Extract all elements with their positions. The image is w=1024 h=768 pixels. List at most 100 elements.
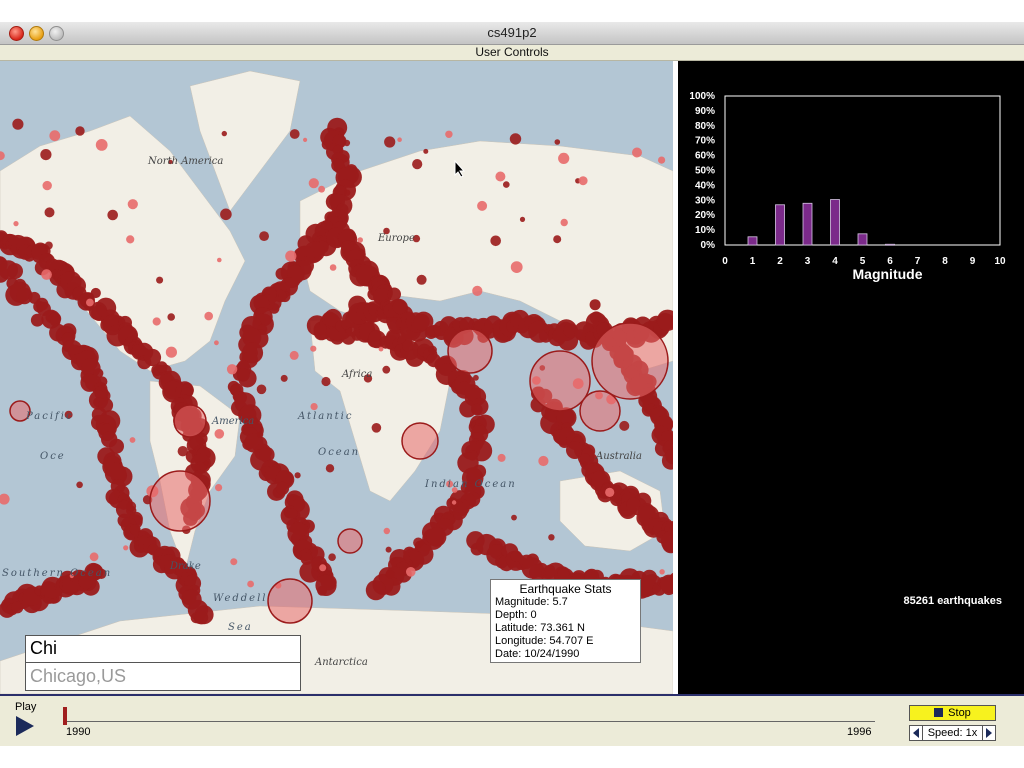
earthquake-marker[interactable]	[477, 200, 488, 211]
speed-increase-icon[interactable]	[986, 728, 992, 738]
earthquake-marker[interactable]	[378, 346, 384, 352]
earthquake-marker[interactable]	[214, 429, 225, 439]
earthquake-marker[interactable]	[329, 264, 337, 271]
earthquake-marker[interactable]	[257, 431, 264, 438]
earthquake-marker[interactable]	[591, 322, 669, 400]
earthquake-marker[interactable]	[315, 574, 337, 597]
earthquake-marker[interactable]	[0, 493, 10, 505]
earthquake-marker[interactable]	[310, 403, 318, 411]
play-icon[interactable]	[16, 716, 34, 736]
earthquake-marker[interactable]	[325, 464, 335, 473]
earthquake-marker[interactable]	[365, 580, 386, 601]
earthquake-marker[interactable]	[49, 130, 61, 142]
earthquake-marker[interactable]	[319, 564, 327, 572]
earthquake-marker[interactable]	[221, 130, 227, 137]
earthquake-marker[interactable]	[303, 137, 308, 142]
earthquake-marker[interactable]	[194, 610, 209, 625]
earthquake-marker[interactable]	[13, 221, 19, 227]
earthquake-marker[interactable]	[428, 345, 437, 355]
earthquake-marker[interactable]	[149, 470, 211, 532]
earthquake-marker[interactable]	[554, 139, 561, 145]
timeline-track[interactable]	[65, 721, 875, 722]
location-search-box[interactable]: Chi Chicago,US	[25, 635, 301, 691]
earthquake-marker[interactable]	[181, 589, 202, 610]
earthquake-marker[interactable]	[560, 218, 568, 227]
earthquake-marker[interactable]	[318, 185, 325, 193]
earthquake-marker[interactable]	[165, 346, 177, 358]
earthquake-marker[interactable]	[337, 528, 363, 554]
earthquake-marker[interactable]	[156, 276, 164, 284]
speed-control[interactable]: Speed: 1x	[909, 725, 996, 741]
earthquake-marker[interactable]	[619, 420, 630, 431]
earthquake-marker[interactable]	[204, 311, 213, 321]
earthquake-marker[interactable]	[582, 461, 588, 467]
earthquake-marker[interactable]	[41, 269, 52, 280]
earthquake-marker[interactable]	[385, 546, 392, 553]
earthquake-marker[interactable]	[308, 178, 319, 189]
earthquake-marker[interactable]	[247, 580, 255, 588]
earthquake-marker[interactable]	[12, 118, 24, 130]
earthquake-marker[interactable]	[289, 129, 300, 139]
earthquake-marker[interactable]	[473, 374, 479, 381]
earthquake-marker[interactable]	[328, 553, 336, 561]
earthquake-marker[interactable]	[44, 207, 55, 218]
earthquake-marker[interactable]	[203, 460, 209, 466]
earthquake-marker[interactable]	[401, 422, 439, 460]
earthquake-marker[interactable]	[0, 151, 5, 161]
user-controls-bar[interactable]: User Controls	[0, 45, 1024, 61]
earthquake-marker[interactable]	[392, 300, 407, 315]
earthquake-marker[interactable]	[412, 159, 423, 170]
earthquake-marker[interactable]	[519, 216, 526, 222]
earthquake-marker[interactable]	[357, 237, 364, 243]
earthquake-marker[interactable]	[579, 390, 621, 432]
earthquake-marker[interactable]	[413, 537, 424, 548]
earthquake-marker[interactable]	[589, 299, 601, 311]
earthquake-marker[interactable]	[423, 148, 429, 154]
earthquake-marker[interactable]	[177, 446, 188, 457]
earthquake-marker[interactable]	[495, 171, 506, 182]
stop-button[interactable]: Stop	[909, 705, 996, 721]
earthquake-marker[interactable]	[173, 404, 207, 438]
earthquake-marker[interactable]	[659, 569, 665, 575]
earthquake-marker[interactable]	[445, 130, 453, 138]
earthquake-marker[interactable]	[310, 345, 317, 352]
earthquake-marker[interactable]	[126, 501, 137, 512]
earthquake-marker[interactable]	[397, 137, 402, 142]
earthquake-marker[interactable]	[285, 250, 297, 262]
earthquake-marker[interactable]	[123, 545, 129, 551]
earthquake-marker[interactable]	[650, 530, 655, 536]
earthquake-marker[interactable]	[578, 176, 588, 186]
location-suggestion[interactable]: Chicago,US	[30, 666, 126, 687]
earthquake-marker[interactable]	[220, 208, 232, 221]
earthquake-marker[interactable]	[447, 328, 493, 374]
earthquake-marker[interactable]	[558, 152, 570, 164]
earthquake-marker[interactable]	[126, 235, 135, 244]
earthquake-marker[interactable]	[214, 340, 219, 346]
earthquake-marker[interactable]	[383, 527, 390, 535]
earthquake-marker[interactable]	[256, 384, 267, 395]
earthquake-marker[interactable]	[416, 274, 427, 285]
earthquake-marker[interactable]	[167, 313, 175, 321]
earthquake-marker[interactable]	[107, 209, 118, 221]
earthquake-marker[interactable]	[538, 455, 549, 467]
earthquake-marker[interactable]	[7, 263, 23, 280]
earthquake-marker[interactable]	[472, 285, 483, 296]
earthquake-marker[interactable]	[267, 578, 313, 624]
earthquake-marker[interactable]	[215, 484, 223, 492]
earthquake-marker[interactable]	[289, 350, 299, 360]
earthquake-marker[interactable]	[129, 437, 136, 443]
earthquake-marker[interactable]	[451, 500, 457, 505]
earthquake-marker[interactable]	[490, 235, 502, 247]
earthquake-marker[interactable]	[497, 453, 506, 462]
earthquake-marker[interactable]	[89, 552, 99, 562]
speed-decrease-icon[interactable]	[913, 728, 919, 738]
earthquake-marker[interactable]	[632, 147, 642, 158]
earthquake-marker[interactable]	[553, 235, 562, 244]
earthquake-marker[interactable]	[40, 149, 52, 161]
earthquake-marker[interactable]	[259, 231, 269, 242]
earthquake-marker[interactable]	[343, 139, 351, 147]
earthquake-marker[interactable]	[321, 376, 331, 387]
location-search-input[interactable]: Chi	[30, 638, 57, 659]
earthquake-marker[interactable]	[471, 403, 483, 416]
earthquake-marker[interactable]	[217, 257, 222, 263]
